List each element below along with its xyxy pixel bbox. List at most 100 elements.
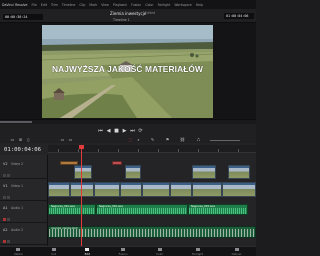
track-label: Video 1 — [11, 184, 23, 188]
page-cut[interactable]: Cut — [51, 247, 56, 256]
menu-view[interactable]: View — [101, 3, 109, 7]
track-lane-v1 — [48, 182, 256, 197]
page-edit[interactable]: Edit — [85, 247, 90, 256]
track-id: V2 — [3, 162, 8, 166]
record-icon[interactable] — [3, 218, 6, 221]
menu-mark[interactable]: Mark — [89, 3, 97, 7]
track-id: V1 — [3, 184, 8, 188]
menu-color[interactable]: Color — [145, 3, 153, 7]
track-lane-a1: Nagranie_001.wav Nagranie_002.wav Nagran… — [48, 204, 256, 215]
lock-icon[interactable] — [3, 196, 6, 199]
deliver-page-icon — [234, 247, 239, 251]
edit-page-icon — [85, 247, 90, 251]
selection-tool-icon[interactable]: ▭ — [10, 138, 15, 142]
video-clip[interactable] — [170, 182, 192, 197]
menu-fairlight[interactable]: Fairlight — [158, 3, 171, 7]
page-color[interactable]: Color — [156, 247, 163, 256]
menu-bar: DaVinci Resolve File Edit Trim Timeline … — [0, 0, 256, 9]
video-clip[interactable] — [120, 182, 142, 197]
page-fusion[interactable]: Fusion — [119, 247, 128, 256]
fairlight-page-icon — [195, 247, 200, 251]
timeline-selector[interactable]: Timeline 1 — [113, 18, 130, 22]
page-media[interactable]: Media — [14, 247, 23, 256]
menu-workspace[interactable]: Workspace — [174, 3, 191, 7]
timeline-viewer: NAJWYŻSZA JAKOŚĆ MATERIAŁÓW — [0, 23, 256, 119]
title-clip[interactable] — [112, 161, 122, 165]
menu-file[interactable]: File — [31, 3, 36, 7]
video-clip[interactable] — [94, 182, 120, 197]
insert-clip-icon[interactable]: ▭ — [60, 138, 65, 142]
lock-icon[interactable] — [3, 174, 6, 177]
track-lane-a2: muzyka_ziemia.mp3 — [48, 226, 256, 238]
track-label: Audio 1 — [11, 206, 24, 210]
solo-icon[interactable] — [7, 240, 10, 243]
viewer-toolbar: 00:00:30:24 Ziemia inwestycje Edited Tim… — [0, 9, 256, 23]
playhead[interactable] — [79, 145, 84, 246]
video-clip[interactable] — [222, 182, 256, 197]
trim-tool-icon[interactable]: ⊞ — [18, 138, 23, 142]
stop-icon[interactable]: ■ — [114, 129, 119, 134]
video-clip[interactable] — [192, 182, 222, 197]
track-header-v2[interactable]: V2 Video 2 — [0, 161, 48, 179]
go-to-end-icon[interactable]: ⏭ — [130, 129, 135, 134]
audio-clip[interactable]: Nagranie_002.wav — [96, 204, 188, 215]
track-lane-v2 — [48, 161, 256, 179]
timeline-panel: 01:00:04:06 V2 Video 2 V1 Video 1 A1 Aud… — [0, 143, 256, 246]
page-fairlight[interactable]: Fairlight — [192, 247, 203, 256]
app-menu[interactable]: DaVinci Resolve — [2, 3, 27, 7]
track-label: Audio 2 — [11, 228, 24, 232]
snapping-icon[interactable]: ⬚ — [128, 138, 133, 142]
video-clip[interactable] — [192, 165, 216, 179]
marker-icon[interactable]: ⎍ — [196, 138, 201, 142]
menu-edit[interactable]: Edit — [41, 3, 47, 7]
record-timecode: 01:00:04:06 — [224, 13, 254, 19]
pen-icon[interactable]: ✎ — [150, 138, 155, 142]
cut-page-icon — [51, 247, 56, 251]
source-timecode: 00:00:30:24 — [3, 14, 43, 20]
menu-timeline[interactable]: Timeline — [62, 3, 76, 7]
video-clip[interactable] — [142, 182, 170, 197]
page-navigation: Media Cut Edit Fusion Color Fairlight De… — [0, 246, 256, 256]
fusion-page-icon — [121, 247, 126, 251]
eye-icon[interactable] — [7, 174, 10, 177]
scrub-bar[interactable] — [0, 120, 256, 124]
track-id: A2 — [3, 228, 8, 232]
title-overlay: NAJWYŻSZA JAKOŚĆ MATERIAŁÓW — [51, 64, 204, 74]
project-title: Ziemia inwestycje — [110, 11, 147, 16]
play-icon[interactable]: ▶ — [122, 129, 127, 134]
loop-icon[interactable]: ⟳ — [138, 129, 143, 134]
video-frame[interactable]: NAJWYŻSZA JAKOŚĆ MATERIAŁÓW — [42, 25, 213, 118]
menu-fusion[interactable]: Fusion — [131, 3, 141, 7]
audio-clip[interactable]: Nagranie_001.wav — [48, 204, 96, 215]
solo-icon[interactable] — [7, 218, 10, 221]
color-page-icon — [157, 247, 162, 251]
menu-clip[interactable]: Clip — [79, 3, 85, 7]
zoom-slider[interactable] — [210, 140, 240, 141]
flag-icon[interactable]: ⚑ — [165, 138, 170, 142]
menu-help[interactable]: Help — [196, 3, 203, 7]
video-clip[interactable] — [70, 182, 94, 197]
edited-status: Edited — [145, 11, 156, 15]
audio-clip[interactable]: Nagranie_003.wav — [188, 204, 248, 215]
video-clip[interactable] — [125, 165, 141, 179]
menu-trim[interactable]: Trim — [51, 3, 58, 7]
track-header-a1[interactable]: A1 Audio 1 — [0, 205, 48, 223]
page-deliver[interactable]: Deliver — [232, 247, 242, 256]
play-reverse-icon[interactable]: ◀ — [106, 129, 111, 134]
zoom-icon[interactable]: ⌕ — [136, 138, 141, 142]
menu-playback[interactable]: Playback — [113, 3, 127, 7]
transport-bar: ⏮ ◀ ■ ▶ ⏭ ⟳ ▭ ⊞ ▯ ▭ ▭ ⬚ ⌕ ✎ ⚑ ⛓ ⎍ — [0, 119, 256, 143]
blade-tool-icon[interactable]: ▯ — [26, 138, 31, 142]
music-clip[interactable]: muzyka_ziemia.mp3 — [48, 226, 256, 238]
video-clip[interactable] — [74, 165, 92, 179]
overwrite-clip-icon[interactable]: ▭ — [68, 138, 73, 142]
go-to-start-icon[interactable]: ⏮ — [98, 129, 103, 134]
track-header-v1[interactable]: V1 Video 1 — [0, 183, 48, 201]
record-icon[interactable] — [3, 240, 6, 243]
track-header-a2[interactable]: A2 Audio 2 — [0, 227, 48, 245]
track-label: Video 2 — [11, 162, 23, 166]
eye-icon[interactable] — [7, 196, 10, 199]
video-clip[interactable] — [48, 182, 70, 197]
link-icon[interactable]: ⛓ — [180, 138, 185, 142]
video-clip[interactable] — [228, 165, 250, 179]
